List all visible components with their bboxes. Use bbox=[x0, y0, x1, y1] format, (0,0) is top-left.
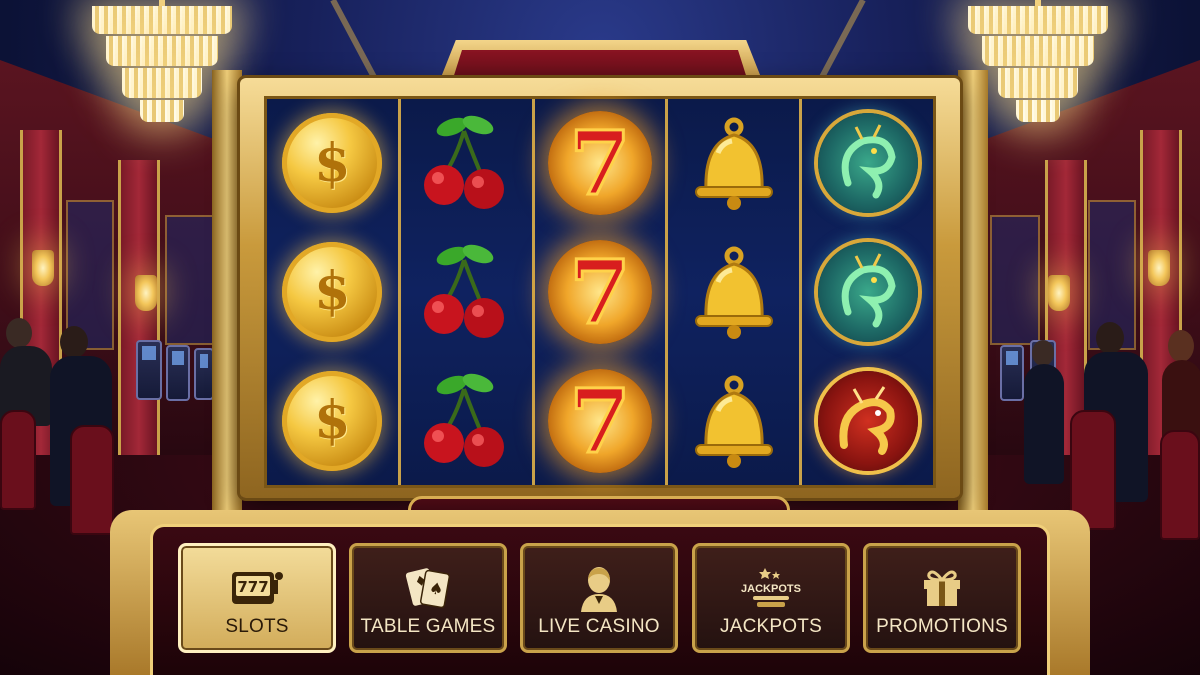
cabinet-side-left bbox=[212, 70, 242, 540]
menu-item-label: SLOTS bbox=[225, 616, 289, 637]
background-slot-machine bbox=[1000, 345, 1024, 401]
gift-icon bbox=[921, 566, 963, 613]
chandelier bbox=[92, 0, 232, 125]
menu-item-slots[interactable]: 777 SLOTS bbox=[178, 543, 336, 653]
wall-sconce bbox=[135, 275, 157, 311]
cherries-symbol bbox=[411, 237, 521, 347]
menu-item-label: LIVE CASINO bbox=[538, 616, 660, 637]
reel-grid: $ $ $ 7 7 7 bbox=[264, 96, 936, 488]
cherries-symbol bbox=[411, 366, 521, 476]
reel-4 bbox=[668, 99, 803, 485]
wall-sconce bbox=[1048, 275, 1070, 311]
golden-dragon-symbol bbox=[813, 366, 923, 476]
casino-chair bbox=[1160, 430, 1200, 540]
casino-chair bbox=[0, 410, 36, 510]
chandelier bbox=[968, 0, 1108, 125]
reel-3: 7 7 7 bbox=[534, 99, 669, 485]
jackpot-badge-icon: JACKPOTS bbox=[741, 566, 801, 615]
cherries-symbol bbox=[411, 108, 521, 218]
lucky-seven-symbol: 7 bbox=[545, 108, 655, 218]
reel-5 bbox=[802, 99, 933, 485]
casino-chair bbox=[70, 425, 114, 535]
golden-bell-symbol bbox=[679, 237, 789, 347]
menu-item-label: TABLE GAMES bbox=[360, 616, 496, 637]
wall-sconce bbox=[32, 250, 54, 286]
dealer-icon bbox=[579, 566, 619, 617]
golden-bell-symbol bbox=[679, 366, 789, 476]
background-slot-machine bbox=[136, 340, 162, 400]
wall-panel bbox=[165, 215, 215, 345]
gold-dollar-coin-symbol: $ bbox=[277, 108, 387, 218]
menu-item-live-casino[interactable]: LIVE CASINO bbox=[520, 543, 678, 653]
reel-2 bbox=[400, 99, 535, 485]
green-dragon-symbol bbox=[813, 237, 923, 347]
svg-text:777: 777 bbox=[237, 578, 268, 596]
svg-text:JACKPOTS: JACKPOTS bbox=[741, 583, 801, 595]
cabinet-side-right bbox=[958, 70, 988, 540]
golden-bell-symbol bbox=[679, 108, 789, 218]
background-slot-machine bbox=[166, 345, 190, 401]
menu-item-promotions[interactable]: PROMOTIONS bbox=[863, 543, 1021, 653]
pillar bbox=[118, 160, 160, 480]
menu-item-label: PROMOTIONS bbox=[876, 616, 1008, 637]
menu-item-table-games[interactable]: ♦ ♠ TABLE GAMES bbox=[349, 543, 507, 653]
wall-sconce bbox=[1148, 250, 1170, 286]
menu-item-jackpots[interactable]: JACKPOTS JACKPOTS bbox=[692, 543, 850, 653]
playing-cards-icon: ♦ ♠ bbox=[403, 566, 453, 615]
menu-item-label: JACKPOTS bbox=[720, 616, 822, 637]
lucky-seven-symbol: 7 bbox=[545, 366, 655, 476]
slot-machine-icon: 777 bbox=[230, 566, 284, 613]
lucky-seven-symbol: 7 bbox=[545, 237, 655, 347]
reel-1: $ $ $ bbox=[267, 99, 401, 485]
background-slot-machine bbox=[194, 348, 214, 400]
green-dragon-symbol bbox=[813, 108, 923, 218]
wall-panel bbox=[990, 215, 1040, 345]
gold-dollar-coin-symbol: $ bbox=[277, 237, 387, 347]
gold-dollar-coin-symbol: $ bbox=[277, 366, 387, 476]
